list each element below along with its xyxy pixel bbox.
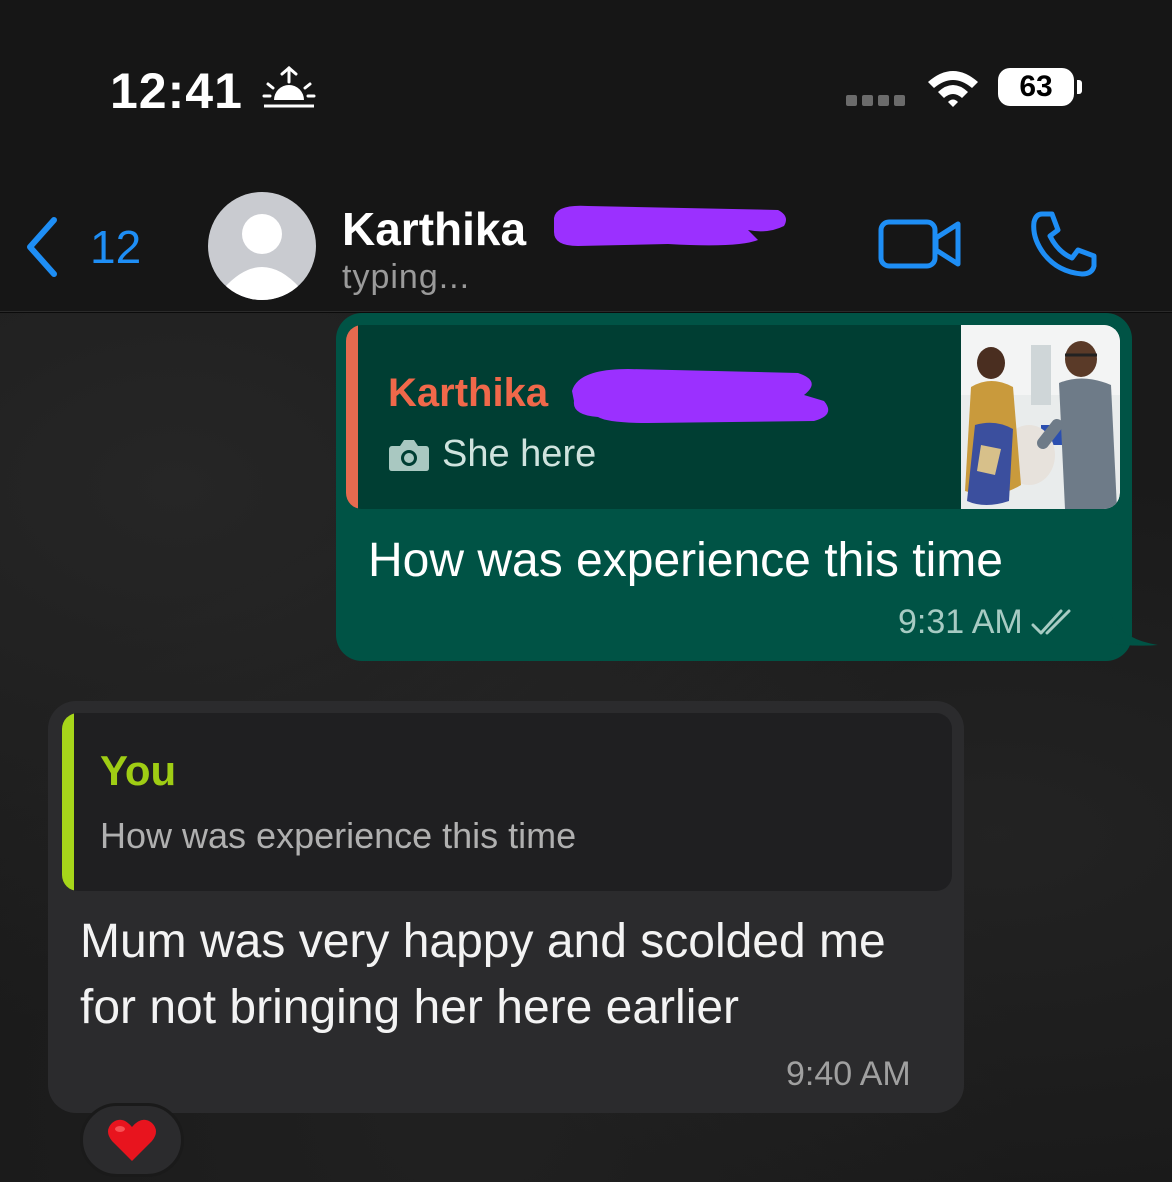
phone-icon[interactable] [1028, 210, 1098, 278]
double-check-icon [1031, 609, 1071, 634]
message-time: 9:40 AM [786, 1055, 911, 1093]
contact-name[interactable]: Karthika [342, 202, 526, 256]
quote-bar [346, 325, 358, 509]
contact-status: typing... [342, 258, 471, 296]
reaction-badge[interactable] [80, 1103, 184, 1177]
quoted-author: You [100, 747, 177, 794]
incoming-message-text: Mum was very happy and scolded me for no… [80, 915, 886, 1034]
camera-icon [389, 439, 429, 471]
back-button[interactable]: 12 [22, 212, 172, 282]
avatar[interactable] [208, 192, 316, 300]
redaction-scribble [554, 205, 786, 246]
battery-icon: 63 [998, 68, 1074, 106]
heart-icon [108, 1119, 156, 1161]
status-time: 12:41 [110, 63, 243, 119]
quoted-text: She here [442, 433, 597, 475]
chat-screen: 12:41 63 12 Karthika typing... Karthika … [0, 0, 1172, 1182]
quote-bar [62, 713, 74, 891]
photo-thumbnail[interactable] [961, 325, 1120, 509]
quoted-message[interactable]: Karthika She here [346, 325, 1120, 509]
status-bar: 12:41 63 [0, 0, 1172, 150]
chevron-left-icon [27, 217, 57, 277]
quoted-message[interactable]: You How was experience this time [62, 713, 952, 891]
message-meta: 9:31 AM [898, 603, 1079, 642]
bubble-tail [1110, 613, 1158, 646]
battery-tip [1077, 80, 1082, 94]
chat-area[interactable]: Karthika She here How was experience thi… [0, 313, 1172, 1182]
quoted-text-row: She here [388, 433, 596, 476]
unread-count: 12 [90, 221, 142, 273]
signal-dots-icon [846, 95, 905, 106]
avatar-placeholder-icon [224, 214, 300, 300]
outgoing-message-text: How was experience this time [368, 534, 1003, 587]
sunrise-alarm-icon [262, 66, 316, 108]
quoted-author: Karthika [388, 371, 549, 415]
chat-header: 12 Karthika typing... [0, 150, 1172, 312]
video-call-icon[interactable] [878, 216, 962, 272]
redaction-scribble [572, 369, 829, 423]
message-time: 9:31 AM [898, 603, 1023, 641]
quoted-text: How was experience this time [100, 815, 577, 856]
wifi-icon [928, 71, 978, 107]
